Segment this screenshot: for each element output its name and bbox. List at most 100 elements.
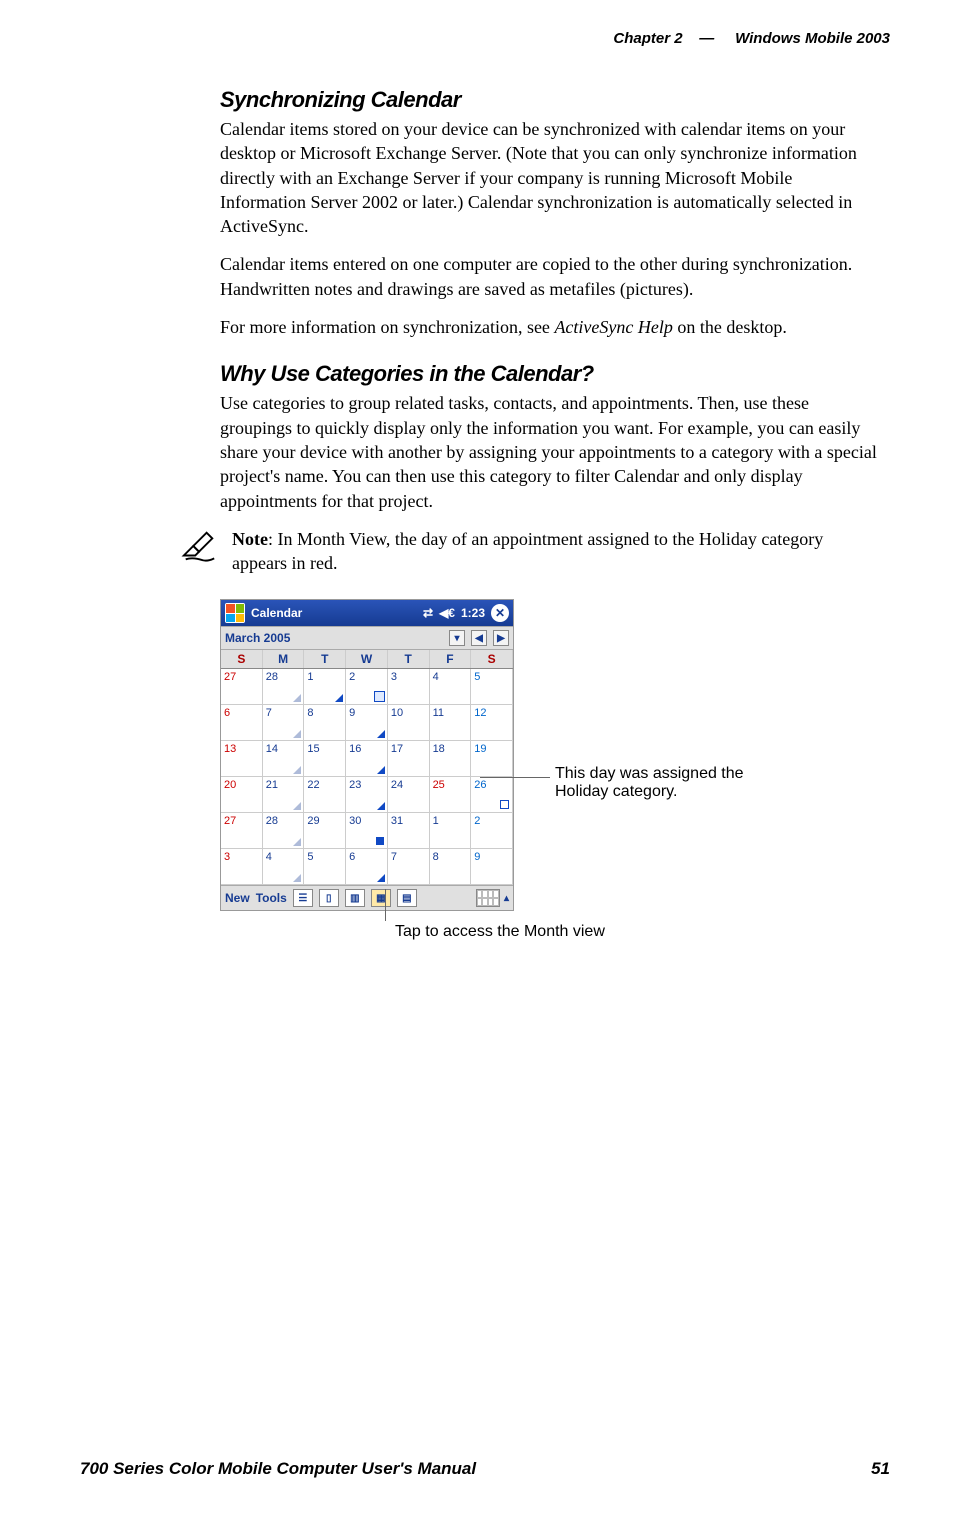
calendar-cell[interactable]: 13 xyxy=(221,741,263,777)
calendar-cell[interactable]: 9 xyxy=(471,849,513,885)
page-header: Chapter 2 — Windows Mobile 2003 xyxy=(80,30,890,47)
clock-time[interactable]: 1:23 xyxy=(461,606,485,620)
calendar-cell[interactable]: 20 xyxy=(221,777,263,813)
calendar-cell[interactable]: 31 xyxy=(388,813,430,849)
day-view-button[interactable]: ▯ xyxy=(319,889,339,907)
appointment-marker-icon xyxy=(293,838,301,846)
callout-monthview: Tap to access the Month view xyxy=(395,923,605,941)
day-header: T xyxy=(388,650,430,668)
appointment-marker-icon xyxy=(293,694,301,702)
calendar-cell[interactable]: 15 xyxy=(304,741,346,777)
calendar-cell[interactable]: 4 xyxy=(263,849,305,885)
goto-today-button[interactable]: ▾ xyxy=(449,630,465,646)
note-icon xyxy=(180,527,218,570)
start-icon[interactable] xyxy=(225,603,245,623)
calendar-cell[interactable]: 26 xyxy=(471,777,513,813)
volume-icon[interactable]: ◀€ xyxy=(439,606,455,620)
header-dash: — xyxy=(699,30,714,47)
calendar-cell[interactable]: 5 xyxy=(304,849,346,885)
footer-page-number: 51 xyxy=(871,1459,890,1479)
appointment-marker-icon xyxy=(377,802,385,810)
calendar-cell[interactable]: 21 xyxy=(263,777,305,813)
day-header: S xyxy=(221,650,263,668)
sip-keyboard-button[interactable] xyxy=(476,889,500,907)
calendar-cell[interactable]: 2 xyxy=(471,813,513,849)
section-heading-sync: Synchronizing Calendar xyxy=(220,87,880,113)
month-label: March 2005 xyxy=(225,631,290,645)
calendar-cell[interactable]: 12 xyxy=(471,705,513,741)
year-view-button[interactable]: ▤ xyxy=(397,889,417,907)
calendar-cell[interactable]: 28 xyxy=(263,813,305,849)
sync-para-3: For more information on synchronization,… xyxy=(220,315,880,339)
connectivity-icon[interactable]: ⇄ xyxy=(423,606,433,620)
sync-para-1: Calendar items stored on your device can… xyxy=(220,117,880,238)
calendar-cell[interactable]: 29 xyxy=(304,813,346,849)
sync-para-2: Calendar items entered on one computer a… xyxy=(220,252,880,301)
calendar-cell[interactable]: 30 xyxy=(346,813,388,849)
appointment-marker-icon xyxy=(293,730,301,738)
calendar-cell[interactable]: 28 xyxy=(263,669,305,705)
note-marker-icon xyxy=(374,691,385,702)
section-heading-categories: Why Use Categories in the Calendar? xyxy=(220,361,880,387)
bottom-bar: New Tools ☰ ▯ ▥ ▦ ▤ ▴ xyxy=(221,885,513,910)
calendar-cell[interactable]: 17 xyxy=(388,741,430,777)
agenda-view-button[interactable]: ☰ xyxy=(293,889,313,907)
calendar-cell[interactable]: 10 xyxy=(388,705,430,741)
appointment-marker-icon xyxy=(377,730,385,738)
appointment-marker-icon xyxy=(293,766,301,774)
day-header: F xyxy=(430,650,472,668)
week-view-button[interactable]: ▥ xyxy=(345,889,365,907)
calendar-grid[interactable]: 2728123456789101112131415161718192021222… xyxy=(221,669,513,885)
close-icon[interactable]: ✕ xyxy=(491,604,509,622)
calendar-cell[interactable]: 27 xyxy=(221,669,263,705)
calendar-cell[interactable]: 27 xyxy=(221,813,263,849)
categories-para-1: Use categories to group related tasks, c… xyxy=(220,391,880,512)
header-title: Windows Mobile 2003 xyxy=(735,30,890,47)
calendar-cell[interactable]: 2 xyxy=(346,669,388,705)
allday-marker-icon xyxy=(376,837,384,845)
calendar-cell[interactable]: 25 xyxy=(430,777,472,813)
day-header: T xyxy=(304,650,346,668)
calendar-screenshot: Calendar ⇄ ◀€ 1:23 ✕ March 2005 ▾ ◀ ▶ SM… xyxy=(220,599,514,911)
calendar-cell[interactable]: 7 xyxy=(263,705,305,741)
appointment-marker-icon xyxy=(293,874,301,882)
calendar-cell[interactable]: 19 xyxy=(471,741,513,777)
menu-tools[interactable]: Tools xyxy=(256,891,287,905)
calendar-cell[interactable]: 11 xyxy=(430,705,472,741)
day-header: M xyxy=(263,650,305,668)
calendar-cell[interactable]: 18 xyxy=(430,741,472,777)
calendar-cell[interactable]: 16 xyxy=(346,741,388,777)
calendar-cell[interactable]: 14 xyxy=(263,741,305,777)
calendar-cell[interactable]: 3 xyxy=(221,849,263,885)
calendar-cell[interactable]: 5 xyxy=(471,669,513,705)
appointment-marker-icon xyxy=(377,874,385,882)
month-view-button[interactable]: ▦ xyxy=(371,889,391,907)
appointment-marker-icon xyxy=(293,802,301,810)
calendar-cell[interactable]: 22 xyxy=(304,777,346,813)
calendar-cell[interactable]: 4 xyxy=(430,669,472,705)
holiday-marker-icon xyxy=(500,800,509,809)
title-bar: Calendar ⇄ ◀€ 1:23 ✕ xyxy=(221,600,513,626)
month-bar: March 2005 ▾ ◀ ▶ xyxy=(221,626,513,650)
menu-new[interactable]: New xyxy=(225,891,250,905)
prev-month-button[interactable]: ◀ xyxy=(471,630,487,646)
calendar-cell[interactable]: 1 xyxy=(304,669,346,705)
sip-arrow-button[interactable]: ▴ xyxy=(504,893,509,904)
calendar-cell[interactable]: 24 xyxy=(388,777,430,813)
calendar-cell[interactable]: 8 xyxy=(430,849,472,885)
note-text: Note: In Month View, the day of an appoi… xyxy=(232,527,880,576)
calendar-cell[interactable]: 7 xyxy=(388,849,430,885)
calendar-cell[interactable]: 3 xyxy=(388,669,430,705)
appointment-marker-icon xyxy=(377,766,385,774)
day-header: S xyxy=(471,650,513,668)
calendar-cell[interactable]: 6 xyxy=(346,849,388,885)
calendar-cell[interactable]: 6 xyxy=(221,705,263,741)
day-header-row: SMTWTFS xyxy=(221,650,513,669)
day-header: W xyxy=(346,650,388,668)
calendar-cell[interactable]: 9 xyxy=(346,705,388,741)
calendar-cell[interactable]: 23 xyxy=(346,777,388,813)
footer-title: 700 Series Color Mobile Computer User's … xyxy=(80,1459,476,1479)
next-month-button[interactable]: ▶ xyxy=(493,630,509,646)
calendar-cell[interactable]: 1 xyxy=(430,813,472,849)
calendar-cell[interactable]: 8 xyxy=(304,705,346,741)
